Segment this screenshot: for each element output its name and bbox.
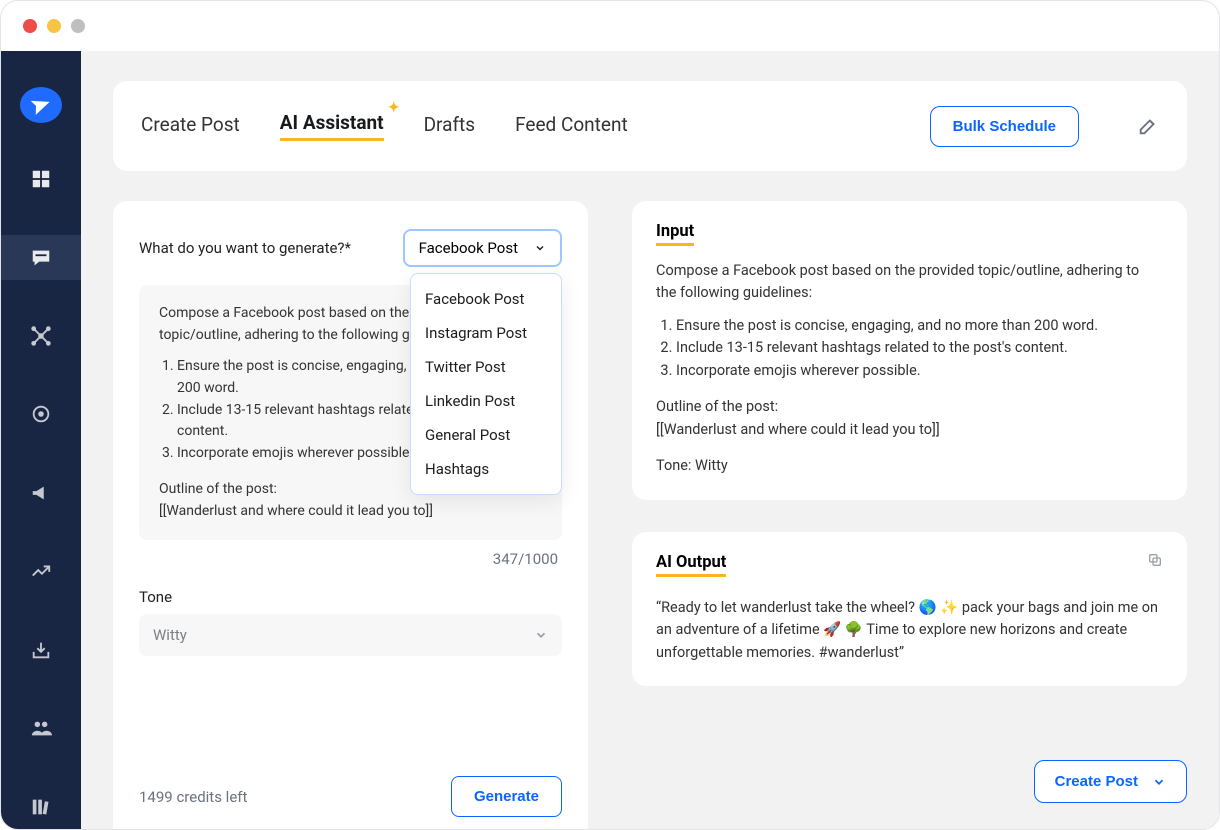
option-general-post[interactable]: General Post bbox=[411, 418, 561, 452]
window-titlebar bbox=[1, 1, 1219, 51]
chat-icon bbox=[29, 246, 53, 270]
nav-compose[interactable] bbox=[1, 235, 81, 279]
window-close-dot[interactable] bbox=[23, 19, 37, 33]
option-twitter-post[interactable]: Twitter Post bbox=[411, 350, 561, 384]
copy-icon[interactable] bbox=[1147, 552, 1163, 568]
input-outline-value: [[Wanderlust and where could it lead you… bbox=[656, 419, 1163, 441]
option-facebook-post[interactable]: Facebook Post bbox=[411, 282, 561, 316]
create-post-button[interactable]: Create Post bbox=[1034, 760, 1187, 803]
right-column: Input Compose a Facebook post based on t… bbox=[632, 201, 1187, 686]
nav-people[interactable] bbox=[1, 706, 81, 750]
generate-question: What do you want to generate?* bbox=[139, 239, 351, 257]
post-type-select: Facebook Post Facebook Post Instagram Po… bbox=[403, 229, 562, 267]
generate-card: What do you want to generate?* Facebook … bbox=[113, 201, 588, 829]
content-columns: What do you want to generate?* Facebook … bbox=[113, 201, 1187, 829]
tab-label: AI Assistant bbox=[280, 111, 384, 134]
sidebar bbox=[1, 51, 81, 829]
nav-inbox[interactable] bbox=[1, 628, 81, 672]
app-window: Create Post AI Assistant ✦ Drafts Feed C… bbox=[0, 0, 1220, 830]
tone-label: Tone bbox=[139, 588, 562, 606]
tabs-bar: Create Post AI Assistant ✦ Drafts Feed C… bbox=[113, 81, 1187, 171]
window-minimize-dot[interactable] bbox=[47, 19, 61, 33]
network-icon bbox=[29, 324, 53, 348]
nav-library[interactable] bbox=[1, 785, 81, 829]
tab-create-post[interactable]: Create Post bbox=[141, 113, 240, 140]
output-title: AI Output bbox=[656, 553, 726, 577]
nav-dashboard[interactable] bbox=[1, 157, 81, 201]
window-maximize-dot[interactable] bbox=[71, 19, 85, 33]
input-outline-label: Outline of the post: bbox=[656, 396, 1163, 418]
bulk-schedule-button[interactable]: Bulk Schedule bbox=[930, 106, 1079, 147]
tab-ai-assistant[interactable]: AI Assistant ✦ bbox=[280, 111, 384, 141]
edit-icon[interactable] bbox=[1137, 115, 1159, 137]
option-hashtags[interactable]: Hashtags bbox=[411, 452, 561, 486]
megaphone-icon bbox=[29, 481, 53, 505]
input-p1: Compose a Facebook post based on the pro… bbox=[656, 260, 1163, 305]
create-post-label: Create Post bbox=[1055, 773, 1138, 790]
post-type-select-button[interactable]: Facebook Post bbox=[403, 229, 562, 267]
generate-button[interactable]: Generate bbox=[451, 776, 562, 817]
grid-icon bbox=[29, 167, 53, 191]
download-tray-icon bbox=[29, 638, 53, 662]
input-li2: Include 13-15 relevant hashtags related … bbox=[676, 337, 1163, 359]
option-instagram-post[interactable]: Instagram Post bbox=[411, 316, 561, 350]
books-icon bbox=[29, 795, 53, 819]
output-text: “Ready to let wanderlust take the wheel?… bbox=[656, 597, 1163, 664]
chevron-down-icon bbox=[534, 242, 546, 254]
chevron-down-icon bbox=[534, 628, 548, 642]
prompt-outline-value: [[Wanderlust and where could it lead you… bbox=[159, 501, 542, 523]
input-card: Input Compose a Facebook post based on t… bbox=[632, 201, 1187, 500]
output-card: AI Output “Ready to let wanderlust take … bbox=[632, 532, 1187, 686]
input-li3: Incorporate emojis wherever possible. bbox=[676, 360, 1163, 382]
nav-analytics[interactable] bbox=[1, 549, 81, 593]
app-logo[interactable] bbox=[20, 87, 62, 123]
main-content: Create Post AI Assistant ✦ Drafts Feed C… bbox=[81, 51, 1219, 829]
people-icon bbox=[29, 716, 53, 740]
nav-target[interactable] bbox=[1, 392, 81, 436]
tab-feed-content[interactable]: Feed Content bbox=[515, 113, 628, 140]
app-body: Create Post AI Assistant ✦ Drafts Feed C… bbox=[1, 51, 1219, 829]
tone-select[interactable]: Witty bbox=[139, 614, 562, 656]
nav-announce[interactable] bbox=[1, 471, 81, 515]
target-icon bbox=[29, 402, 53, 426]
post-type-value: Facebook Post bbox=[419, 239, 518, 257]
tone-value: Witty bbox=[153, 626, 187, 644]
chevron-down-icon bbox=[1152, 775, 1166, 789]
option-linkedin-post[interactable]: Linkedin Post bbox=[411, 384, 561, 418]
char-counter: 347/1000 bbox=[139, 550, 562, 568]
tab-drafts[interactable]: Drafts bbox=[424, 113, 476, 140]
input-tone: Tone: Witty bbox=[656, 455, 1163, 477]
nav-network[interactable] bbox=[1, 314, 81, 358]
post-type-dropdown: Facebook Post Instagram Post Twitter Pos… bbox=[410, 273, 562, 495]
credits-left: 1499 credits left bbox=[139, 788, 247, 806]
chart-line-icon bbox=[29, 559, 53, 583]
sparkle-icon: ✦ bbox=[388, 100, 400, 116]
input-title: Input bbox=[656, 222, 694, 246]
input-li1: Ensure the post is concise, engaging, an… bbox=[676, 315, 1163, 337]
